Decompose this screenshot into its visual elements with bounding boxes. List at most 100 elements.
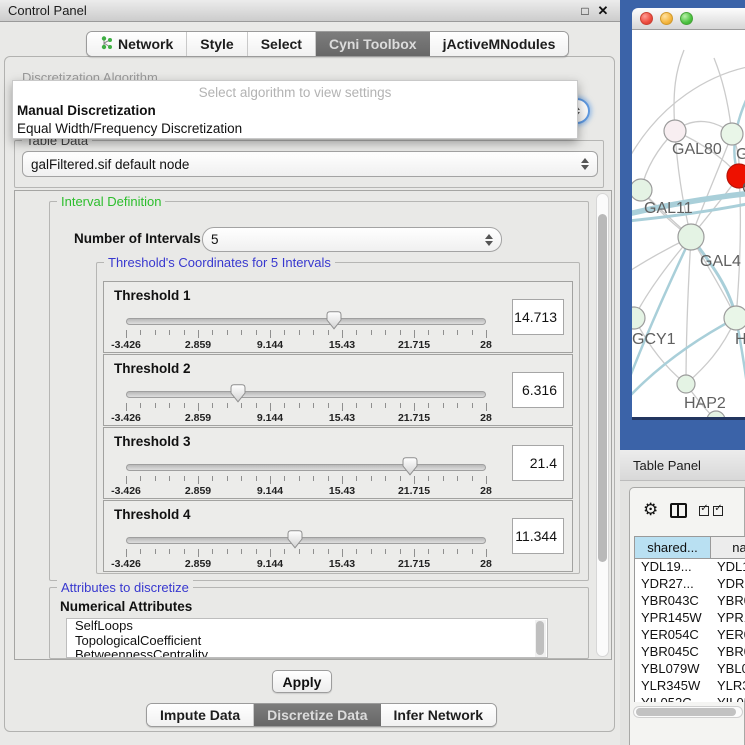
combo-arrows-icon — [581, 158, 589, 170]
node-gal11[interactable] — [632, 179, 652, 201]
close-panel-icon[interactable]: ✕ — [594, 3, 612, 19]
attribute-item-selfloops[interactable]: SelfLoops — [67, 619, 547, 634]
algorithm-option-manual-discretization[interactable]: Manual Discretization — [13, 102, 577, 120]
attribute-item-betweennesscentrality[interactable]: BetweennessCentrality — [67, 648, 547, 658]
algorithm-options: Manual DiscretizationEqual Width/Frequen… — [13, 102, 577, 138]
threshold-slider[interactable]: -3.4262.8599.14415.4321.71528 — [126, 458, 486, 496]
network-canvas[interactable]: GAL80GACGAL11GAL4GCY1HHAP2 — [632, 30, 745, 420]
node-gal4[interactable] — [678, 224, 704, 250]
apply-button[interactable]: Apply — [272, 670, 332, 693]
slider-thumb[interactable] — [326, 311, 342, 330]
slider-track[interactable] — [126, 537, 486, 544]
float-panel-icon[interactable]: □ — [576, 4, 594, 18]
control-panel: Control Panel □ ✕ NetworkStyleSelectCyni… — [0, 0, 620, 745]
minimize-window-button[interactable] — [660, 12, 673, 25]
interval-definition-label: Interval Definition — [57, 194, 165, 209]
algorithm-prompt-option[interactable]: Select algorithm to view settings — [13, 81, 577, 102]
threshold-value-field[interactable]: 6.316 — [512, 372, 564, 408]
scrollbar-thumb[interactable] — [636, 708, 736, 716]
table-row[interactable]: YIL052CYIL052C — [635, 695, 745, 702]
table-row[interactable]: YBL079WYBL079W — [635, 661, 745, 678]
table-row[interactable]: YER054CYER054C — [635, 627, 745, 644]
tab-label: Infer Network — [394, 707, 483, 723]
slider-thumb[interactable] — [230, 384, 246, 403]
node-right-mid[interactable] — [724, 306, 745, 330]
algorithm-option-equal-width-frequency-discretization[interactable]: Equal Width/Frequency Discretization — [13, 120, 577, 138]
table-cell: YLR345W — [711, 678, 745, 695]
attribute-item-topologicalcoefficient[interactable]: TopologicalCoefficient — [67, 634, 547, 649]
slider-track[interactable] — [126, 464, 486, 471]
number-of-intervals-select[interactable]: 5 — [202, 227, 502, 252]
slider-ticks — [126, 330, 486, 339]
numerical-attributes-label: Numerical Attributes — [60, 599, 192, 614]
threshold-slider[interactable]: -3.4262.8599.14415.4321.71528 — [126, 312, 486, 350]
threshold-slider[interactable]: -3.4262.8599.14415.4321.71528 — [126, 385, 486, 423]
table-row[interactable]: YPR145WYPR145W — [635, 610, 745, 627]
network-edge — [634, 237, 691, 318]
node-top-right[interactable] — [721, 123, 743, 145]
checkbox-icon[interactable] — [713, 506, 723, 516]
node-label-gcy1: GCY1 — [632, 331, 676, 348]
table-cell: YPR145W — [635, 610, 711, 627]
slider-tick-labels: -3.4262.8599.14415.4321.71528 — [126, 558, 486, 569]
interval-definition-section: Interval Definition Number of Intervals … — [49, 201, 589, 581]
threshold-value-field[interactable]: 21.4 — [512, 445, 564, 481]
gear-icon[interactable]: ⚙ — [643, 502, 658, 519]
threshold-slider[interactable]: -3.4262.8599.14415.4321.71528 — [126, 531, 486, 569]
slider-ticks — [126, 403, 486, 412]
threshold-value-field[interactable]: 14.713 — [512, 299, 564, 335]
table-cell: YER054C — [711, 627, 745, 644]
node-gcy1[interactable] — [632, 307, 645, 329]
tab-impute-data[interactable]: Impute Data — [147, 704, 253, 726]
attributes-scrollbar[interactable] — [535, 620, 546, 658]
node-table: shared...name YDL19...YDL19...YDR27...YD… — [634, 536, 745, 702]
tab-jactivemnodules[interactable]: jActiveMNodules — [430, 32, 569, 56]
network-window-titlebar — [632, 8, 745, 30]
network-edge — [634, 318, 686, 384]
node-label-ga: GA — [736, 146, 745, 163]
numerical-attributes-list[interactable]: SelfLoopsTopologicalCoefficientBetweenne… — [66, 618, 548, 658]
slider-track[interactable] — [126, 318, 486, 325]
threshold-panel-2: Threshold 2-3.4262.8599.14415.4321.71528… — [103, 354, 573, 426]
close-window-button[interactable] — [640, 12, 653, 25]
number-of-intervals-label: Number of Intervals — [74, 231, 201, 246]
tab-style[interactable]: Style — [186, 32, 246, 56]
settings-vertical-scrollbar[interactable] — [596, 193, 609, 657]
network-edge — [674, 50, 684, 131]
slider-thumb[interactable] — [402, 457, 418, 476]
panel-title: Control Panel — [8, 3, 576, 18]
table-row[interactable]: YBR045CYBR045C — [635, 644, 745, 661]
tab-infer-network[interactable]: Infer Network — [381, 704, 496, 726]
tab-select[interactable]: Select — [247, 32, 315, 56]
threshold-value-field[interactable]: 11.344 — [512, 518, 564, 554]
zoom-window-button[interactable] — [680, 12, 693, 25]
scrollbar-thumb[interactable] — [536, 621, 544, 655]
checkbox-icon[interactable] — [699, 506, 709, 516]
table-row[interactable]: YBR043CYBR043C — [635, 593, 745, 610]
node-hap2[interactable] — [677, 375, 695, 393]
node-gal80[interactable] — [664, 120, 686, 142]
table-row[interactable]: YDL19...YDL19... — [635, 559, 745, 576]
slider-ticks — [126, 476, 486, 485]
table-row[interactable]: YLR345WYLR345W — [635, 678, 745, 695]
table-row[interactable]: YDR27...YDR27... — [635, 576, 745, 593]
tab-label: Impute Data — [160, 707, 240, 723]
scrollbar-thumb[interactable] — [598, 214, 607, 562]
tab-network[interactable]: Network — [87, 32, 186, 56]
split-view-icon[interactable] — [670, 503, 687, 518]
table-horizontal-scrollbar[interactable] — [633, 706, 743, 718]
tab-label: jActiveMNodules — [443, 36, 556, 52]
thresholds-section: Threshold's Coordinates for 5 Intervals … — [96, 262, 580, 574]
node-bottom[interactable] — [707, 411, 725, 420]
table-cell: YPR145W — [711, 610, 745, 627]
table-cell: YBR045C — [711, 644, 745, 661]
column-header-shared-[interactable]: shared... — [635, 537, 711, 559]
table-panel-titlebar: Table Panel — [620, 450, 745, 481]
table-data-select[interactable]: galFiltered.sif default node — [22, 151, 598, 177]
slider-track[interactable] — [126, 391, 486, 398]
table-panel: Table Panel ⚙ shared...name YDL19...YDL1… — [620, 450, 745, 745]
tab-discretize-data[interactable]: Discretize Data — [253, 704, 380, 726]
column-header-name[interactable]: name — [711, 537, 745, 559]
slider-thumb[interactable] — [287, 530, 303, 549]
tab-cyni-toolbox[interactable]: Cyni Toolbox — [315, 32, 430, 56]
